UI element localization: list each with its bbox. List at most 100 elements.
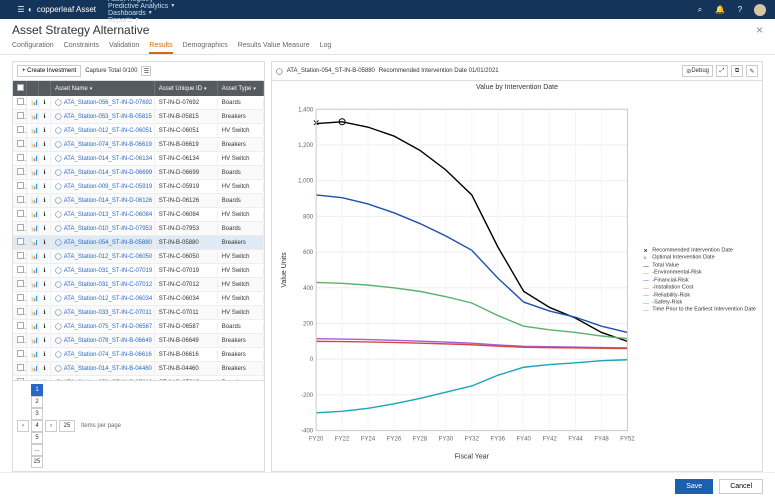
tab-results[interactable]: Results [149, 39, 172, 54]
row-checkbox[interactable] [13, 124, 27, 137]
row-asset-name[interactable]: ◯ATA_Station-078_ST-IN-B-06649 ▾ [51, 335, 155, 346]
row-info-icon[interactable]: ℹ [39, 111, 51, 122]
row-info-icon[interactable]: ℹ [39, 363, 51, 374]
nav-item[interactable]: Dashboards ▼ [108, 10, 175, 17]
pager-prev[interactable]: ‹ [17, 420, 29, 432]
pager-next[interactable]: › [45, 420, 57, 432]
table-row[interactable]: 📊ℹ◯ATA_Station-010_ST-IN-D-07953 ▾ST-IN-… [13, 222, 264, 236]
table-row[interactable]: 📊ℹ◯ATA_Station-014_ST-IN-D-06126 ▾ST-IN-… [13, 194, 264, 208]
row-asset-name[interactable]: ◯ATA_Station-031_ST-IN-C-07012 ▾ [51, 279, 155, 290]
save-button[interactable]: Save [675, 479, 713, 494]
row-asset-name[interactable]: ◯ATA_Station-014_ST-IN-D-06126 ▾ [51, 195, 155, 206]
bell-icon[interactable]: 🔔 [713, 3, 727, 17]
row-chart-icon[interactable]: 📊 [27, 153, 39, 164]
table-row[interactable]: 📊ℹ◯ATA_Station-013_ST-IN-C-06084 ▾ST-IN-… [13, 208, 264, 222]
edit-icon[interactable]: ✎ [746, 65, 758, 77]
row-checkbox[interactable] [13, 208, 27, 221]
row-asset-name[interactable]: ◯ATA_Station-009_ST-IN-C-05919 ▾ [51, 181, 155, 192]
row-chart-icon[interactable]: 📊 [27, 111, 39, 122]
row-asset-name[interactable]: ◯ATA_Station-053_ST-IN-B-05815 ▾ [51, 111, 155, 122]
row-checkbox[interactable] [13, 250, 27, 263]
table-row[interactable]: 📊ℹ◯ATA_Station-031_ST-IN-C-07019 ▾ST-IN-… [13, 264, 264, 278]
row-info-icon[interactable]: ℹ [39, 209, 51, 220]
table-row[interactable]: 📊ℹ◯ATA_Station-056_ST-IN-D-07692 ▾ST-IN-… [13, 96, 264, 110]
tab-configuration[interactable]: Configuration [12, 39, 54, 54]
row-checkbox[interactable] [13, 180, 27, 193]
pager-page[interactable]: 25 [31, 456, 43, 468]
tab-log[interactable]: Log [320, 39, 332, 54]
row-chart-icon[interactable]: 📊 [27, 293, 39, 304]
row-info-icon[interactable]: ℹ [39, 251, 51, 262]
row-chart-icon[interactable]: 📊 [27, 251, 39, 262]
row-asset-name[interactable]: ◯ATA_Station-012_ST-IN-C-06034 ▾ [51, 293, 155, 304]
row-chart-icon[interactable]: 📊 [27, 321, 39, 332]
pager-page[interactable]: 1 [31, 384, 43, 396]
table-row[interactable]: 📊ℹ◯ATA_Station-074_ST-IN-B-06616 ▾ST-IN-… [13, 348, 264, 362]
row-info-icon[interactable]: ℹ [39, 153, 51, 164]
expand-icon[interactable]: ⤢ [716, 65, 728, 77]
row-chart-icon[interactable]: 📊 [27, 223, 39, 234]
col-asset-type[interactable]: Asset Type [218, 81, 264, 96]
row-checkbox[interactable] [13, 152, 27, 165]
row-info-icon[interactable]: ℹ [39, 125, 51, 136]
row-chart-icon[interactable]: 📊 [27, 335, 39, 346]
row-checkbox[interactable] [13, 110, 27, 123]
table-row[interactable]: 📊ℹ◯ATA_Station-012_ST-IN-C-06034 ▾ST-IN-… [13, 292, 264, 306]
row-checkbox[interactable] [13, 166, 27, 179]
row-asset-name[interactable]: ◯ATA_Station-014_ST-IN-B-04460 ▾ [51, 363, 155, 374]
help-icon[interactable]: ? [733, 3, 747, 17]
row-info-icon[interactable]: ℹ [39, 307, 51, 318]
row-chart-icon[interactable]: 📊 [27, 167, 39, 178]
row-checkbox[interactable] [13, 320, 27, 333]
row-chart-icon[interactable]: 📊 [27, 279, 39, 290]
row-chart-icon[interactable]: 📊 [27, 363, 39, 374]
row-checkbox[interactable] [13, 348, 27, 361]
row-info-icon[interactable]: ℹ [39, 279, 51, 290]
row-asset-name[interactable]: ◯ATA_Station-012_ST-IN-C-06050 ▾ [51, 251, 155, 262]
row-asset-name[interactable]: ◯ATA_Station-056_ST-IN-D-07692 ▾ [51, 97, 155, 108]
row-checkbox[interactable] [13, 278, 27, 291]
row-info-icon[interactable]: ℹ [39, 223, 51, 234]
row-info-icon[interactable]: ℹ [39, 97, 51, 108]
row-info-icon[interactable]: ℹ [39, 335, 51, 346]
row-checkbox[interactable] [13, 264, 27, 277]
row-asset-name[interactable]: ◯ATA_Station-033_ST-IN-C-07011 ▾ [51, 307, 155, 318]
row-chart-icon[interactable]: 📊 [27, 209, 39, 220]
row-asset-name[interactable]: ◯ATA_Station-014_ST-IN-C-06134 ▾ [51, 153, 155, 164]
row-chart-icon[interactable]: 📊 [27, 181, 39, 192]
row-info-icon[interactable]: ℹ [39, 181, 51, 192]
row-info-icon[interactable]: ℹ [39, 321, 51, 332]
tab-results-value-measure[interactable]: Results Value Measure [238, 39, 310, 54]
row-info-icon[interactable]: ℹ [39, 293, 51, 304]
debug-button[interactable]: ⊘ Debug [682, 65, 713, 77]
pager-page[interactable]: 4 [31, 420, 43, 432]
col-asset-uid[interactable]: Asset Unique ID [155, 81, 218, 96]
cancel-button[interactable]: Cancel [719, 479, 763, 494]
table-row[interactable]: 📊ℹ◯ATA_Station-012_ST-IN-C-06050 ▾ST-IN-… [13, 250, 264, 264]
row-checkbox[interactable] [13, 292, 27, 305]
row-asset-name[interactable]: ◯ATA_Station-074_ST-IN-B-06616 ▾ [51, 349, 155, 360]
app-menu-icon[interactable]: ☰ [14, 3, 28, 17]
row-checkbox[interactable] [13, 306, 27, 319]
row-checkbox[interactable] [13, 362, 27, 375]
table-row[interactable]: 📊ℹ◯ATA_Station-053_ST-IN-B-05815 ▾ST-IN-… [13, 110, 264, 124]
tab-constraints[interactable]: Constraints [64, 39, 99, 54]
nav-item[interactable]: Predictive Analytics ▼ [108, 3, 175, 10]
row-checkbox[interactable] [13, 334, 27, 347]
row-chart-icon[interactable]: 📊 [27, 265, 39, 276]
row-asset-name[interactable]: ◯ATA_Station-074_ST-IN-B-06619 ▾ [51, 139, 155, 150]
pager-page[interactable]: 2 [31, 396, 43, 408]
row-chart-icon[interactable]: 📊 [27, 307, 39, 318]
row-asset-name[interactable]: ◯ATA_Station-075_ST-IN-D-06587 ▾ [51, 321, 155, 332]
search-icon[interactable]: ⌕ [693, 3, 707, 17]
create-investment-button[interactable]: + Create Investment [17, 65, 81, 77]
pager-page[interactable]: 3 [31, 408, 43, 420]
copy-icon[interactable]: ⧉ [731, 65, 743, 77]
row-chart-icon[interactable]: 📊 [27, 349, 39, 360]
pager-size[interactable]: 25 [59, 420, 75, 432]
row-checkbox[interactable] [13, 222, 27, 235]
row-info-icon[interactable]: ℹ [39, 139, 51, 150]
table-row[interactable]: 📊ℹ◯ATA_Station-014_ST-IN-D-06699 ▾ST-IN-… [13, 166, 264, 180]
row-asset-name[interactable]: ◯ATA_Station-010_ST-IN-D-07953 ▾ [51, 223, 155, 234]
row-chart-icon[interactable]: 📊 [27, 237, 39, 248]
